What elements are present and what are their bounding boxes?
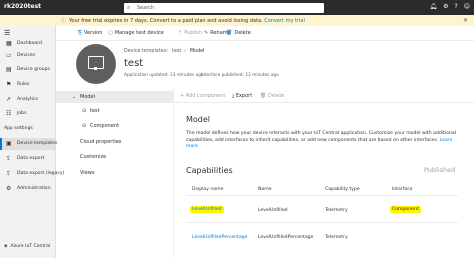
model-heading: Model [186, 115, 211, 124]
sidebar-item-device-groups[interactable]: ▤ Device groups [0, 64, 56, 76]
trial-message: Your free trial expires in 7 days. Conve… [69, 17, 263, 24]
page-title: test [124, 58, 144, 69]
manage-test-device-button[interactable]: ▢ Manage test device [108, 30, 164, 36]
sidebar-item-data-export-legacy[interactable]: ⇪ Data export (legacy) [0, 168, 64, 180]
delete-button[interactable]: 🗑︎ Delete [226, 30, 251, 36]
sidebar-item-data-export[interactable]: ⇪ Data export [0, 153, 56, 165]
sidebar-item-jobs[interactable]: ☷ Jobs [0, 108, 56, 120]
tree-item-component[interactable]: ⊙ Component [56, 120, 174, 132]
delete-icon: 🗑︎ [226, 30, 233, 36]
publish-button[interactable]: ⇡ Publish [178, 30, 202, 36]
chevron-down-icon[interactable]: ⌄ [72, 94, 76, 100]
version-icon: ⎘ [78, 30, 83, 36]
capability-name: LevelUnfilledPercentage [258, 235, 314, 240]
sidebar-item-devices[interactable]: ▭ Devices [0, 50, 56, 62]
device-groups-icon: ▤ [6, 66, 12, 73]
column-header-capability-type: Capability type [325, 187, 360, 192]
jobs-icon: ☷ [6, 110, 12, 117]
application-updated-text: Application updated: 13 minutes ago [124, 73, 204, 78]
tree-item-views[interactable]: Views [56, 167, 174, 179]
tree-item-customize[interactable]: Customize [56, 151, 174, 163]
search-placeholder: Search [137, 4, 155, 11]
manage-device-icon: ▢ [108, 30, 113, 36]
info-icon: ⓘ [61, 18, 67, 24]
rename-icon: ✎ [204, 30, 209, 36]
capability-type: Telemetry [325, 208, 348, 213]
table-divider [186, 222, 458, 223]
interface-icon: ⊙ [82, 107, 87, 114]
version-button[interactable]: ⎘ Version [78, 30, 102, 36]
bell-icon[interactable]: 🔔︎ [430, 3, 438, 10]
capability-interface: Component [390, 206, 421, 213]
export-button[interactable]: ⤓ Export [232, 93, 252, 99]
data-export-legacy-icon: ⇪ [6, 170, 12, 177]
sidebar-item-dashboard[interactable]: ▦ Dashboard [0, 38, 56, 50]
help-icon[interactable]: ? [455, 3, 458, 10]
hamburger-menu-icon[interactable]: ☰ [4, 29, 10, 37]
tree-item-cloud-properties[interactable]: Cloud properties [56, 136, 174, 148]
azure-iot-central-icon: ◆ [4, 244, 8, 249]
sidebar: ☰ ▦ Dashboard ▭ Devices ▤ Device groups … [0, 26, 64, 258]
breadcrumb-test[interactable]: test [172, 49, 181, 54]
search-icon: ⌕ [127, 4, 131, 11]
breadcrumb-separator-icon: › [184, 49, 186, 54]
device-templates-icon: ▣ [6, 140, 12, 147]
convert-trial-link[interactable]: Convert my trial [264, 18, 305, 24]
sidebar-section-app-settings: App settings [4, 126, 33, 131]
column-header-name: Name [258, 187, 272, 192]
delete-icon: 🗑︎ [260, 93, 268, 99]
rules-icon: ⚑ [6, 81, 12, 88]
device-avatar [76, 44, 116, 84]
breadcrumb-device-templates[interactable]: Device templates [124, 49, 166, 54]
table-divider [186, 195, 458, 196]
azure-iot-central-footer[interactable]: ◆ Azure IoT Central [4, 244, 50, 249]
add-component-button[interactable]: + Add component [180, 93, 225, 99]
template-tree: ⌄ Model ⊙ test ⊙ Component Cloud propert… [56, 89, 174, 258]
tree-item-test[interactable]: ⊙ test [56, 105, 174, 117]
published-status: Published [424, 166, 456, 174]
close-icon[interactable]: ✕ [463, 17, 468, 24]
component-icon: ⊙ [82, 122, 87, 129]
sidebar-item-administration[interactable]: ⚙ Administration [0, 183, 56, 195]
publish-icon: ⇡ [178, 30, 183, 36]
interface-updated-text: Interface published: 13 minutes ago [201, 73, 279, 78]
data-export-icon: ⇪ [6, 155, 12, 162]
dashboard-icon: ▦ [6, 40, 12, 47]
account-icon[interactable]: ☺ [464, 3, 470, 10]
capabilities-heading: Capabilities [186, 166, 233, 175]
search-input[interactable]: ⌕ Search [124, 3, 324, 13]
app-title[interactable]: rk2020test [4, 3, 41, 10]
top-bar-icons: 🔔︎ ⚙ ? ☺ [430, 3, 470, 10]
tree-item-model[interactable]: ⌄ Model [56, 91, 174, 103]
trial-banner: ⓘ Your free trial expires in 7 days. Con… [0, 15, 474, 26]
model-toolbar: + Add component ⤓ Export 🗑︎ Delete [174, 89, 474, 103]
device-icon [88, 56, 104, 70]
column-header-display-name: Display name [192, 187, 224, 192]
capability-type: Telemetry [325, 235, 348, 240]
administration-icon: ⚙ [6, 185, 12, 192]
command-bar: ⎘ Version ▢ Manage test device ⇡ Publish ✎ R… [56, 26, 474, 41]
breadcrumb-separator-icon: › [166, 49, 168, 54]
capability-display-name[interactable]: LevelUnfilledPercentage [192, 235, 247, 240]
sidebar-item-device-templates[interactable]: ▣ Device templates [0, 138, 57, 150]
model-description: The model defines how your device intera… [186, 131, 456, 150]
sidebar-item-rules[interactable]: ⚑ Rules [0, 79, 56, 91]
capability-name: LevelUnfilled [258, 208, 288, 213]
analytics-icon: ↗ [6, 96, 12, 103]
devices-icon: ▭ [6, 52, 12, 59]
capability-display-name[interactable]: LevelUnfilled [190, 206, 224, 213]
top-bar: rk2020test ⌕ Search 🔔︎ ⚙ ? ☺ [0, 0, 474, 15]
breadcrumb-model: Model [190, 49, 205, 54]
delete-model-button[interactable]: 🗑︎ Delete [260, 93, 284, 99]
column-header-interface: Interface [392, 187, 413, 192]
sidebar-item-analytics[interactable]: ↗ Analytics [0, 94, 56, 106]
gear-icon[interactable]: ⚙ [443, 3, 448, 10]
template-header: Device templates › test › Model test App… [56, 41, 474, 89]
